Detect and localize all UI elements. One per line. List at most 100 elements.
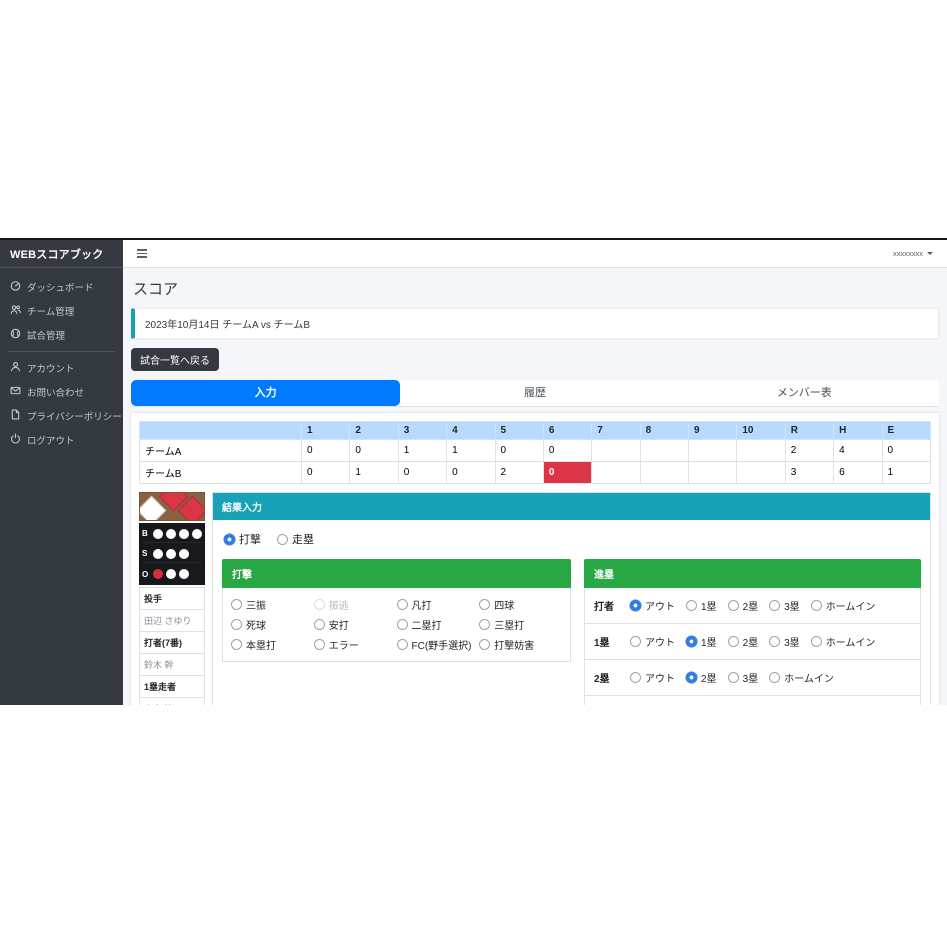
radio-checked-icon[interactable] — [686, 636, 697, 647]
score-col-10: 10 — [737, 422, 785, 440]
radio-icon[interactable] — [811, 636, 822, 647]
game-state-column: BSO 投手田辺 さゆり打者(7番)鈴木 幹1塁走者小泉 治2塁走者佐藤 聡太郎 — [139, 492, 205, 705]
power-icon — [10, 433, 21, 447]
sidebar: WEBスコアブック ダッシュボードチーム管理試合管理アカウントお問い合わせプライ… — [0, 240, 123, 705]
score-col-4: 4 — [447, 422, 495, 440]
radio-icon[interactable] — [686, 600, 697, 611]
user-icon — [10, 361, 21, 375]
score-card: 12345678910RHE チームA001100240チームB01002036… — [131, 413, 939, 705]
sidebar-item-file[interactable]: プライバシーポリシー — [0, 404, 123, 428]
mode-option-走塁[interactable]: 走塁 — [277, 531, 314, 547]
tab-入力[interactable]: 入力 — [131, 380, 400, 406]
advance-row-打者: 打者アウト1塁2塁3塁ホームイン — [585, 588, 920, 624]
batting-option-二塁打[interactable]: 二塁打 — [397, 617, 480, 632]
tab-メンバー表[interactable]: メンバー表 — [670, 380, 939, 406]
batting-option-凡打[interactable]: 凡打 — [397, 597, 480, 612]
count-dot-white — [179, 569, 189, 579]
radio-checked-icon[interactable] — [224, 534, 235, 545]
option-label: アウト — [645, 670, 675, 685]
batting-option-FC(野手選択)[interactable]: FC(野手選択) — [397, 637, 480, 652]
sidebar-item-baseball[interactable]: 試合管理 — [0, 323, 123, 347]
radio-icon[interactable] — [231, 619, 242, 630]
batting-option-三振[interactable]: 三振 — [231, 597, 314, 612]
sidebar-item-power[interactable]: ログアウト — [0, 428, 123, 452]
radio-icon[interactable] — [728, 636, 739, 647]
option-label: 3塁 — [784, 634, 800, 649]
score-cell — [592, 462, 640, 484]
count-row-O: O — [142, 565, 202, 583]
score-row-チームA: チームA001100240 — [140, 440, 931, 462]
option-label: 3塁 — [743, 670, 759, 685]
option-label: 2塁 — [743, 598, 759, 613]
sidebar-item-user[interactable]: アカウント — [0, 356, 123, 380]
radio-icon[interactable] — [728, 600, 739, 611]
sidebar-item-envelope[interactable]: お問い合わせ — [0, 380, 123, 404]
radio-icon[interactable] — [314, 619, 325, 630]
app-brand[interactable]: WEBスコアブック — [0, 240, 123, 268]
advance-打者-option-1塁[interactable]: 1塁 — [686, 598, 717, 613]
radio-icon[interactable] — [479, 599, 490, 610]
advance-2塁-option-アウト[interactable]: アウト — [630, 670, 675, 685]
batting-option-四球[interactable]: 四球 — [479, 597, 562, 612]
advance-1塁-option-3塁[interactable]: 3塁 — [769, 634, 800, 649]
score-cell: 2 — [495, 462, 543, 484]
option-label: アウト — [645, 634, 675, 649]
sidebar-item-label: 試合管理 — [27, 328, 65, 342]
radio-icon[interactable] — [231, 639, 242, 650]
radio-icon[interactable] — [630, 672, 641, 683]
radio-icon[interactable] — [277, 534, 288, 545]
advance-1塁-option-ホームイン[interactable]: ホームイン — [811, 634, 876, 649]
advance-打者-option-アウト[interactable]: アウト — [630, 598, 675, 613]
radio-checked-icon[interactable] — [630, 600, 641, 611]
radio-icon[interactable] — [397, 619, 408, 630]
tab-履歴[interactable]: 履歴 — [400, 380, 669, 406]
back-to-games-button[interactable]: 試合一覧へ戻る — [131, 348, 219, 371]
radio-icon[interactable] — [314, 639, 325, 650]
radio-icon[interactable] — [397, 599, 408, 610]
player-name: 小泉 治 — [140, 698, 204, 705]
option-label: 振逃 — [329, 597, 349, 612]
radio-icon[interactable] — [769, 636, 780, 647]
advance-panel-header: 進塁 — [584, 559, 921, 588]
radio-icon[interactable] — [479, 639, 490, 650]
main-area: xxxxxxxx スコア 2023年10月14日 チームA vs チームB 試合… — [123, 240, 947, 705]
batting-option-死球[interactable]: 死球 — [231, 617, 314, 632]
radio-icon[interactable] — [231, 599, 242, 610]
score-col-5: 5 — [495, 422, 543, 440]
radio-icon[interactable] — [397, 639, 408, 650]
count-row-S: S — [142, 545, 202, 563]
advance-2塁-option-3塁[interactable]: 3塁 — [728, 670, 759, 685]
advance-1塁-option-2塁[interactable]: 2塁 — [728, 634, 759, 649]
batting-option-打撃妨害[interactable]: 打撃妨害 — [479, 637, 562, 652]
radio-icon[interactable] — [479, 619, 490, 630]
advance-打者-option-ホームイン[interactable]: ホームイン — [811, 598, 876, 613]
advance-1塁-option-アウト[interactable]: アウト — [630, 634, 675, 649]
batting-option-安打[interactable]: 安打 — [314, 617, 397, 632]
count-dot-white — [179, 529, 189, 539]
batting-option-三塁打[interactable]: 三塁打 — [479, 617, 562, 632]
option-label: FC(野手選択) — [412, 637, 472, 652]
score-cell — [737, 462, 785, 484]
advance-row-label: 1塁 — [594, 634, 619, 649]
advance-打者-option-3塁[interactable]: 3塁 — [769, 598, 800, 613]
score-cell: 0 — [495, 440, 543, 462]
sidebar-menu: ダッシュボードチーム管理試合管理アカウントお問い合わせプライバシーポリシーログア… — [0, 268, 123, 452]
advance-2塁-option-2塁[interactable]: 2塁 — [686, 670, 717, 685]
radio-checked-icon[interactable] — [686, 672, 697, 683]
radio-icon[interactable] — [630, 636, 641, 647]
radio-icon[interactable] — [728, 672, 739, 683]
advance-打者-option-2塁[interactable]: 2塁 — [728, 598, 759, 613]
advance-2塁-option-ホームイン[interactable]: ホームイン — [769, 670, 834, 685]
radio-icon[interactable] — [769, 600, 780, 611]
batting-option-エラー[interactable]: エラー — [314, 637, 397, 652]
radio-icon[interactable] — [811, 600, 822, 611]
sidebar-item-users[interactable]: チーム管理 — [0, 299, 123, 323]
hamburger-icon[interactable] — [137, 249, 147, 257]
user-dropdown[interactable]: xxxxxxxx — [893, 249, 933, 258]
score-cell: 2 — [785, 440, 833, 462]
radio-icon[interactable] — [769, 672, 780, 683]
advance-1塁-option-1塁[interactable]: 1塁 — [686, 634, 717, 649]
batting-option-本塁打[interactable]: 本塁打 — [231, 637, 314, 652]
mode-option-打撃[interactable]: 打撃 — [224, 531, 261, 547]
sidebar-item-tachometer[interactable]: ダッシュボード — [0, 275, 123, 299]
